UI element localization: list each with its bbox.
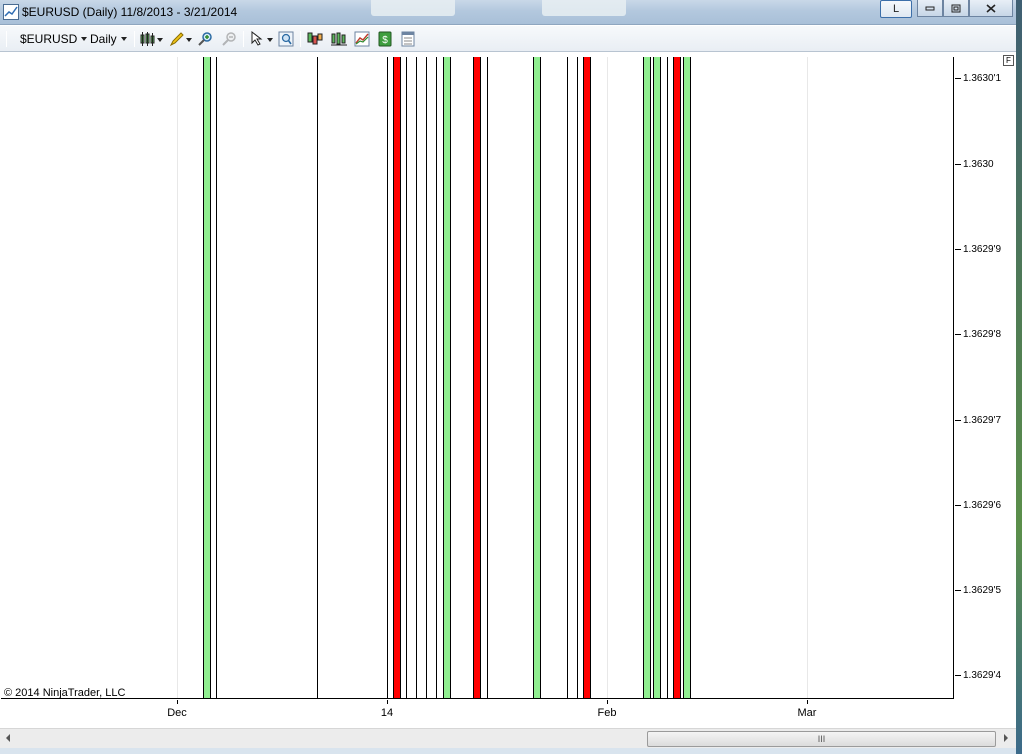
down-bar — [473, 57, 481, 698]
vertical-gridline — [177, 57, 178, 698]
cursor-icon[interactable] — [250, 31, 266, 47]
copyright-notice: © 2014 NinjaTrader, LLC — [4, 687, 126, 699]
x-axis-label: Feb — [597, 707, 617, 719]
y-axis-tick — [955, 164, 961, 165]
y-axis-label: 1.3629'4 — [963, 670, 1002, 681]
y-axis-label: 1.3629'6 — [963, 500, 1002, 511]
window-bottom-border — [0, 748, 1016, 754]
flat-bar — [567, 57, 568, 698]
x-axis-label: 14 — [380, 707, 394, 719]
y-axis-label: 1.3629'5 — [963, 585, 1002, 596]
y-axis-label: 1.3629'9 — [963, 244, 1002, 255]
x-axis-tick — [177, 700, 178, 704]
strategies-icon[interactable] — [331, 31, 347, 47]
x-axis-tick — [807, 700, 808, 704]
layout-button-label: L — [892, 3, 900, 15]
toolbar-separator — [243, 31, 244, 47]
toolbar-separator — [300, 31, 301, 47]
chart-app-icon — [3, 4, 19, 20]
y-axis-tick — [955, 675, 961, 676]
chart-panel[interactable]: F 1.3630'1 1.3630 1.3629'9 1.3629'8 1.36… — [0, 53, 1016, 728]
scroll-left-icon[interactable] — [6, 734, 10, 742]
zoom-out-icon[interactable] — [221, 31, 237, 47]
x-axis-label: Dec — [167, 707, 187, 719]
chevron-down-icon — [81, 37, 88, 41]
x-axis-tick — [387, 700, 388, 704]
flat-bar — [426, 57, 427, 698]
chart-trader-icon[interactable] — [354, 31, 370, 47]
title-bar[interactable]: $EURUSD (Daily) 11/8/2013 - 3/21/2014 L — [0, 0, 1016, 25]
down-bar — [673, 57, 681, 698]
chevron-down-icon — [120, 37, 127, 41]
up-bar — [443, 57, 451, 698]
magnify-icon[interactable] — [278, 31, 294, 47]
data-box-icon[interactable] — [400, 31, 416, 47]
x-axis-tick — [607, 700, 608, 704]
up-bar — [643, 57, 651, 698]
flat-bar — [416, 57, 417, 698]
minimize-button[interactable] — [917, 0, 943, 17]
chart-toolbar: $EURUSD Daily $ — [0, 26, 1016, 52]
flat-bar — [436, 57, 437, 698]
maximize-button[interactable] — [943, 0, 969, 17]
chart-style-icon[interactable] — [140, 31, 156, 47]
y-axis-label: 1.3629'8 — [963, 329, 1002, 340]
svg-text:$: $ — [382, 35, 388, 46]
chevron-down-icon[interactable] — [186, 38, 192, 42]
layout-button[interactable]: L — [880, 0, 912, 18]
minimize-icon — [925, 6, 935, 11]
interval-selector[interactable]: Daily — [90, 30, 127, 48]
up-bar — [533, 57, 541, 698]
f-button[interactable]: F — [1003, 55, 1014, 66]
flat-bar — [387, 57, 388, 698]
y-axis-tick — [955, 249, 961, 250]
scroll-right-icon[interactable] — [1004, 734, 1008, 742]
vertical-gridline — [607, 57, 608, 698]
flat-bar — [317, 57, 318, 698]
vertical-gridline — [807, 57, 808, 698]
indicators-icon[interactable] — [307, 31, 323, 47]
y-axis-label: 1.3630'1 — [963, 73, 1002, 84]
y-axis-tick — [955, 334, 961, 335]
chevron-down-icon[interactable] — [267, 38, 273, 42]
toolbar-grip — [6, 31, 7, 47]
y-axis-label: 1.3630 — [963, 159, 994, 170]
background-window-tab — [542, 0, 626, 16]
y-axis-label: 1.3629'7 — [963, 415, 1002, 426]
x-axis-label: Mar — [797, 707, 817, 719]
drawing-tools-icon[interactable] — [169, 31, 185, 47]
price-plot-area[interactable] — [1, 57, 954, 699]
flat-bar — [487, 57, 488, 698]
flat-bar — [216, 57, 217, 698]
zoom-in-icon[interactable] — [197, 31, 213, 47]
up-bar — [653, 57, 661, 698]
instrument-selector[interactable]: $EURUSD — [20, 30, 88, 48]
window-title: $EURUSD (Daily) 11/8/2013 - 3/21/2014 — [22, 5, 238, 19]
close-button[interactable] — [969, 0, 1013, 17]
chevron-down-icon[interactable] — [157, 38, 163, 42]
desktop-background — [1016, 0, 1022, 754]
interval-label: Daily — [90, 32, 117, 46]
up-bar — [203, 57, 211, 698]
background-window-tab — [371, 0, 455, 16]
dollar-icon[interactable]: $ — [377, 31, 393, 47]
instrument-label: $EURUSD — [20, 32, 78, 46]
y-axis-tick — [955, 505, 961, 506]
close-icon — [986, 3, 996, 13]
toolbar-separator — [134, 31, 135, 47]
scrollbar-thumb[interactable]: III — [647, 731, 996, 747]
flat-bar — [577, 57, 578, 698]
flat-bar — [667, 57, 668, 698]
y-axis-tick — [955, 78, 961, 79]
y-axis-tick — [955, 420, 961, 421]
down-bar — [393, 57, 401, 698]
y-axis-tick — [955, 590, 961, 591]
flat-bar — [406, 57, 407, 698]
horizontal-scrollbar[interactable]: III — [0, 728, 1016, 748]
maximize-icon — [951, 4, 961, 12]
up-bar — [683, 57, 691, 698]
down-bar — [583, 57, 591, 698]
